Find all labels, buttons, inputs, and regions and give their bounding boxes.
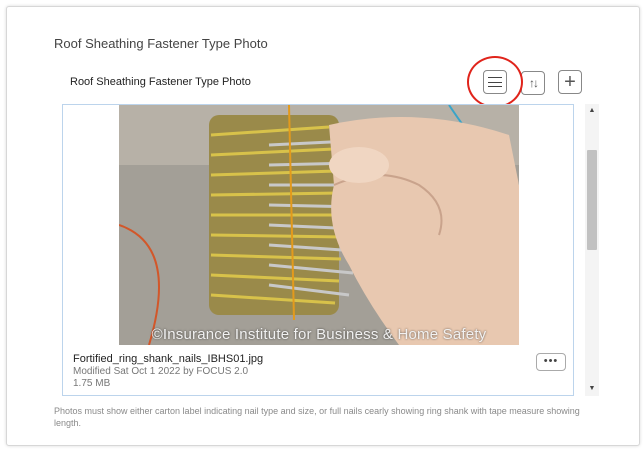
file-modified: Modified Sat Oct 1 2022 by FOCUS 2.0 [73,366,249,377]
menu-button[interactable] [483,70,507,94]
file-name: Fortified_ring_shank_nails_IBHS01.jpg [73,353,264,365]
file-size: 1.75 MB [73,378,111,389]
nail-photo-image [119,105,519,345]
fastener-photo[interactable]: ©Insurance Institute for Business & Home… [119,105,519,345]
hamburger-icon [488,77,502,87]
scroll-up-arrow-icon[interactable]: ▲ [585,104,599,118]
photo-instructions: Photos must show either carton label ind… [54,406,580,428]
sort-arrows-icon: ↑↓ [529,76,539,90]
more-options-button[interactable]: ••• [536,353,566,371]
viewer-scrollbar[interactable]: ▲ ▼ [585,104,599,396]
photo-watermark: ©Insurance Institute for Business & Home… [151,326,487,343]
photo-viewer[interactable]: ©Insurance Institute for Business & Home… [62,104,574,396]
add-photo-button[interactable]: + [558,70,582,94]
scroll-thumb[interactable] [587,150,597,250]
scroll-down-arrow-icon[interactable]: ▼ [585,382,599,396]
section-title: Roof Sheathing Fastener Type Photo [70,76,251,88]
card-title: Roof Sheathing Fastener Type Photo [54,36,268,51]
sort-button[interactable]: ↑↓ [521,71,545,95]
plus-icon: + [564,71,576,93]
